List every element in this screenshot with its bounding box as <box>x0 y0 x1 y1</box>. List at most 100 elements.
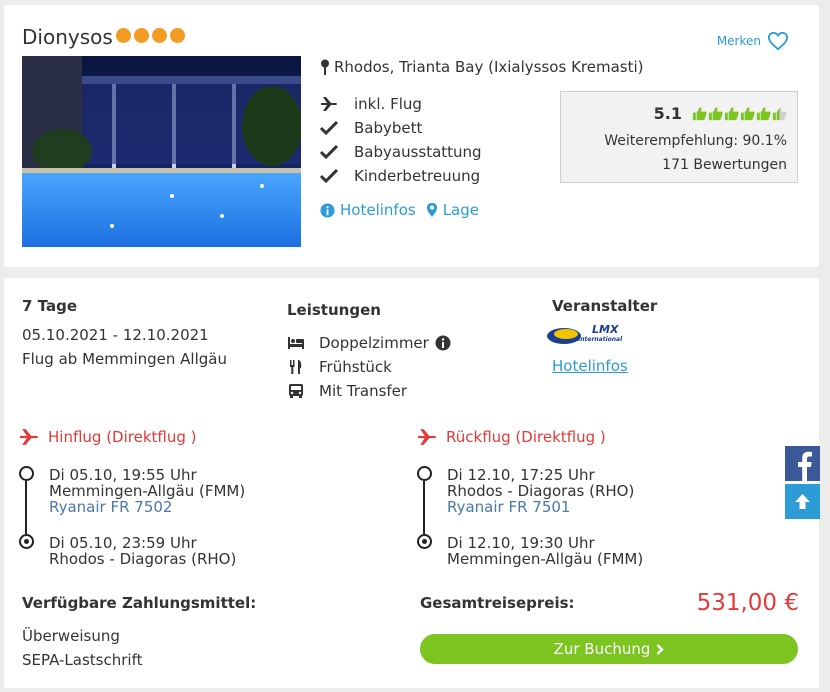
bed-icon <box>288 337 304 349</box>
location-text: Rhodos, Trianta Bay (Ixialyssos Kremasti… <box>334 58 644 76</box>
rating-score: 5.1 <box>653 104 682 123</box>
services-title: Leistungen <box>287 301 381 319</box>
payment-method: Überweisung <box>22 627 120 645</box>
service-item: Frühstück <box>287 355 451 379</box>
facebook-icon <box>798 451 812 481</box>
return-end-node <box>417 534 432 549</box>
book-button-label: Zur Buchung <box>553 640 651 658</box>
return-flight-number: Ryanair FR 7501 <box>447 498 571 516</box>
lage-label: Lage <box>442 201 479 219</box>
scroll-to-top-button[interactable] <box>785 484 820 519</box>
return-timeline <box>423 481 425 534</box>
arrow-up-icon <box>795 494 810 509</box>
outbound-header: Hinflug (Direktflug ) <box>18 428 197 446</box>
bus-icon <box>289 384 303 398</box>
trip-departure: Flug ab Memmingen Allgäu <box>22 350 227 368</box>
thumbs-up-icon <box>724 107 739 121</box>
rating-reviews: 171 Bewertungen <box>662 157 787 173</box>
service-item: Mit Transfer <box>287 379 451 403</box>
rating-thumbs <box>692 106 787 121</box>
return-header: Rückflug (Direktflug ) <box>416 428 606 446</box>
merken-button[interactable]: Merken <box>717 31 789 51</box>
star-icon <box>116 28 131 43</box>
return-arr-airport: Memmingen-Allgäu (FMM) <box>447 550 644 568</box>
facebook-share-button[interactable] <box>785 446 820 481</box>
outbound-dep-time: Di 05.10, 19:55 Uhr <box>49 466 197 484</box>
hotel-links: Hotelinfos Lage <box>320 201 479 219</box>
rating-box[interactable]: 5.1 Weiterempfehlung: 90.1% 171 Bewertun… <box>560 91 798 183</box>
thumbs-up-icon <box>772 107 787 121</box>
star-icon <box>152 28 167 43</box>
hotelinfos-label: Hotelinfos <box>340 201 416 219</box>
plane-icon <box>20 429 38 445</box>
total-label: Gesamtreisepreis: <box>420 594 575 612</box>
service-item: Doppelzimmer <box>287 331 451 355</box>
outbound-start-node <box>19 466 34 481</box>
return-arrival: Di 12.10, 19:30 Uhr Memmingen-Allgäu (FM… <box>447 535 643 567</box>
operator-hotelinfos-link[interactable]: Hotelinfos <box>552 357 628 375</box>
hotel-location: Rhodos, Trianta Bay (Ixialyssos Kremasti… <box>320 58 644 76</box>
offer-card: 7 Tage 05.10.2021 - 12.10.2021 Flug ab M… <box>4 278 819 688</box>
thumbs-up-icon <box>740 107 755 121</box>
operator-title: Veranstalter <box>552 297 658 315</box>
service-label: Mit Transfer <box>319 382 408 400</box>
thumbs-up-icon <box>692 107 707 121</box>
feature-item: Babybett <box>320 116 482 140</box>
feature-item: Kinderbetreuung <box>320 164 482 188</box>
feature-label: inkl. Flug <box>354 95 422 113</box>
feature-label: Babyausstattung <box>354 143 482 161</box>
lage-link[interactable]: Lage <box>426 201 479 219</box>
operator-logo-subtext: International <box>578 336 623 343</box>
return-arr-time: Di 12.10, 19:30 Uhr <box>447 534 595 552</box>
book-button[interactable]: Zur Buchung <box>420 634 798 664</box>
hotel-card: Dionysos Merken Rhodos, Trianta Bay (Ixi… <box>4 5 819 267</box>
return-dep-airport: Rhodos - Diagoras (RHO) <box>447 482 635 500</box>
outbound-flight-number: Ryanair FR 7502 <box>49 498 173 516</box>
check-icon <box>320 121 338 135</box>
feature-item: inkl. Flug <box>320 92 482 116</box>
heart-icon <box>767 31 789 51</box>
service-label: Frühstück <box>319 358 392 376</box>
star-icon <box>170 28 185 43</box>
payment-title: Verfügbare Zahlungsmittel: <box>22 594 257 612</box>
return-departure: Di 12.10, 17:25 Uhr Rhodos - Diagoras (R… <box>447 467 634 515</box>
return-title: Rückflug (Direktflug ) <box>446 428 606 446</box>
check-icon <box>320 169 338 183</box>
check-icon <box>320 145 338 159</box>
rating-score-row: 5.1 <box>654 104 787 123</box>
outbound-departure: Di 05.10, 19:55 Uhr Memmingen-Allgäu (FM… <box>49 467 245 515</box>
rating-recommendation: Weiterempfehlung: 90.1% <box>604 133 787 149</box>
feature-list: inkl. Flug Babybett Babyausstattung Kind… <box>320 92 482 188</box>
feature-item: Babyausstattung <box>320 140 482 164</box>
hotel-stars <box>116 28 185 43</box>
outbound-arr-airport: Rhodos - Diagoras (RHO) <box>49 550 237 568</box>
hotelinfos-link[interactable]: Hotelinfos <box>320 201 416 219</box>
outbound-end-node <box>19 534 34 549</box>
plane-icon <box>418 429 436 445</box>
hotel-photo[interactable] <box>22 56 301 247</box>
outbound-timeline <box>25 481 27 534</box>
trip-dates: 05.10.2021 - 12.10.2021 <box>22 326 209 344</box>
return-dep-time: Di 12.10, 17:25 Uhr <box>447 466 595 484</box>
chevron-right-icon <box>657 643 665 655</box>
map-pin-icon <box>321 59 329 75</box>
operator-logo: LMX International <box>546 322 626 348</box>
map-marker-icon <box>426 203 437 217</box>
merken-label: Merken <box>716 34 761 48</box>
trip-duration: 7 Tage <box>22 297 77 315</box>
payment-method: SEPA-Lastschrift <box>22 651 143 669</box>
thumbs-up-icon <box>708 107 723 121</box>
outbound-arrival: Di 05.10, 23:59 Uhr Rhodos - Diagoras (R… <box>49 535 236 567</box>
feature-label: Kinderbetreuung <box>354 167 481 185</box>
operator-logo-text: LMX <box>592 323 619 336</box>
cutlery-icon <box>290 360 302 374</box>
info-icon[interactable] <box>435 335 451 351</box>
hotel-name[interactable]: Dionysos <box>22 25 113 49</box>
services-list: Doppelzimmer Frühstück Mit Transfer <box>287 331 451 403</box>
return-start-node <box>417 466 432 481</box>
info-icon <box>320 202 335 218</box>
outbound-arr-time: Di 05.10, 23:59 Uhr <box>49 534 197 552</box>
service-label: Doppelzimmer <box>319 334 429 352</box>
star-icon <box>134 28 149 43</box>
outbound-dep-airport: Memmingen-Allgäu (FMM) <box>49 482 246 500</box>
